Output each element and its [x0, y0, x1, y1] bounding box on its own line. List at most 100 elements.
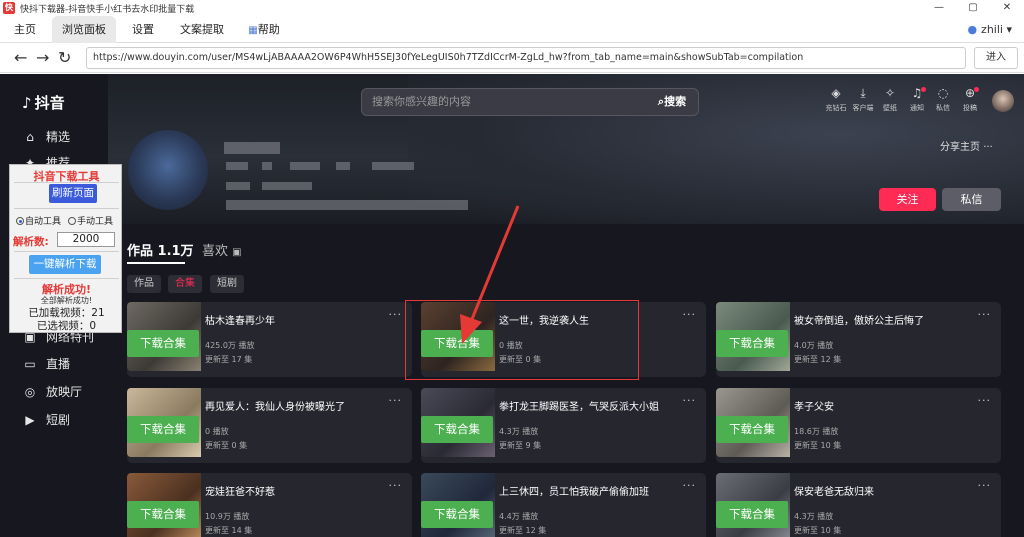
- go-button[interactable]: 进入: [974, 47, 1018, 69]
- app-tabbar: 主页 浏览面板 设置 文案提取 ▦帮助 ● zhili ▾: [0, 16, 1024, 43]
- compilation-card[interactable]: 再见爱人：我仙人身份被曝光了 0 播放 更新至 0 集 ··· 下载合集: [127, 388, 412, 463]
- search-box[interactable]: 搜索你感兴趣的内容 ⌕搜索: [361, 88, 699, 116]
- blurred-info: [336, 162, 350, 170]
- tab-works[interactable]: 作品 1.1万: [127, 240, 194, 259]
- nav-item-cinema[interactable]: ◎ 放映厅: [22, 383, 82, 400]
- download-compilation-button[interactable]: 下载合集: [716, 501, 788, 528]
- card-plays: 18.6万 播放: [794, 427, 839, 436]
- message-icon: ◌: [937, 86, 949, 100]
- notification-dot: [921, 87, 926, 92]
- refresh-page-button[interactable]: 刷新页面: [49, 184, 97, 203]
- logo-text: 抖音: [34, 94, 65, 112]
- drama-icon: ▶: [25, 412, 35, 427]
- card-updated: 更新至 0 集: [205, 441, 248, 450]
- top-icon-wallpaper[interactable]: ✧ 壁纸: [875, 86, 905, 113]
- blurred-info: [290, 162, 320, 170]
- douyin-page: ♪ 抖音 搜索你感兴趣的内容 ⌕搜索 ◈ 充钻石 ⤓ 客户端 ✧ 壁纸 ♫ 通知 ◌ 私信 …: [0, 74, 1024, 537]
- avatar[interactable]: [992, 90, 1014, 112]
- compilation-card[interactable]: 被女帝倒追，傲娇公主后悔了 4.0万 播放 更新至 12 集 ··· 下载合集: [716, 302, 1001, 377]
- tab-settings[interactable]: 设置: [122, 16, 164, 43]
- maximize-button[interactable]: ▢: [956, 0, 990, 16]
- divider: [14, 182, 119, 183]
- top-icon-client[interactable]: ⤓ 客户端: [848, 86, 878, 113]
- more-icon[interactable]: ···: [389, 479, 403, 492]
- card-updated: 更新至 12 集: [794, 355, 842, 364]
- card-title: 宠娃狂爸不好惹: [205, 487, 275, 498]
- compilation-card[interactable]: 宠娃狂爸不好惹 10.9万 播放 更新至 14 集 ··· 下载合集: [127, 473, 412, 537]
- download-compilation-button[interactable]: 下载合集: [716, 330, 788, 357]
- blurred-info: [226, 162, 248, 170]
- card-plays: 10.9万 播放: [205, 512, 250, 521]
- card-plays: 4.0万 播放: [794, 341, 834, 350]
- nav-item-featured[interactable]: ⌂ 精选: [22, 128, 70, 145]
- tab-home[interactable]: 主页: [6, 16, 44, 43]
- more-icon[interactable]: ···: [389, 394, 403, 407]
- douyin-logo[interactable]: ♪ 抖音: [22, 92, 65, 113]
- follow-button[interactable]: 关注: [879, 188, 936, 211]
- tab-help-label: 帮助: [257, 23, 280, 36]
- download-compilation-button[interactable]: 下载合集: [421, 501, 493, 528]
- more-icon[interactable]: ···: [683, 308, 697, 321]
- url-input[interactable]: https://www.douyin.com/user/MS4wLjABAAAA…: [86, 47, 966, 69]
- card-title: 孝子父安: [794, 402, 834, 413]
- share-profile-link[interactable]: 分享主页 ···: [940, 138, 993, 153]
- tab-copy-extract[interactable]: 文案提取: [174, 16, 230, 43]
- compilation-card[interactable]: 孝子父安 18.6万 播放 更新至 10 集 ··· 下载合集: [716, 388, 1001, 463]
- card-plays: 4.3万 播放: [499, 427, 539, 436]
- top-icon-message[interactable]: ◌ 私信: [928, 86, 958, 113]
- tab-browse-panel[interactable]: 浏览面板: [52, 16, 116, 43]
- more-icon[interactable]: ···: [389, 308, 403, 321]
- forward-arrow-icon[interactable]: →: [36, 48, 49, 68]
- download-compilation-button[interactable]: 下载合集: [127, 416, 199, 443]
- download-tool-panel: 抖音下载工具 刷新页面 自动工具 手动工具 解析数: 2000 一键解析下载 解…: [9, 164, 122, 333]
- user-name: zhili: [981, 23, 1003, 36]
- compilation-card[interactable]: 保安老爸无敌归来 4.3万 播放 更新至 10 集 ··· 下载合集: [716, 473, 1001, 537]
- compilation-card[interactable]: 上三休四，员工怕我破产偷偷加班 4.4万 播放 更新至 12 集 ··· 下载合…: [421, 473, 706, 537]
- minimize-button[interactable]: —: [922, 0, 956, 16]
- card-title: 枯木逢春再少年: [205, 316, 275, 327]
- download-compilation-button[interactable]: 下载合集: [127, 330, 199, 357]
- more-icon[interactable]: ···: [978, 308, 992, 321]
- nav-item-live[interactable]: ▭ 直播: [22, 355, 70, 372]
- help-book-icon: ▦: [248, 25, 258, 36]
- chip-short-drama[interactable]: 短剧: [210, 275, 244, 293]
- chip-compilation[interactable]: 合集: [168, 275, 202, 293]
- back-arrow-icon[interactable]: ←: [14, 48, 27, 68]
- download-compilation-button[interactable]: 下载合集: [421, 416, 493, 443]
- top-icon-diamond[interactable]: ◈ 充钻石: [821, 86, 851, 113]
- message-button[interactable]: 私信: [942, 188, 1001, 211]
- card-title: 保安老爸无敌归来: [794, 487, 874, 498]
- address-bar: ← → ↻ https://www.douyin.com/user/MS4wLj…: [0, 43, 1024, 73]
- annotation-arrow: [460, 205, 520, 344]
- more-icon[interactable]: ···: [978, 479, 992, 492]
- divider: [14, 278, 119, 279]
- search-input[interactable]: 搜索你感兴趣的内容: [372, 89, 471, 115]
- tab-likes[interactable]: 喜欢 ▣: [202, 240, 242, 259]
- tab-help[interactable]: ▦帮助: [238, 16, 290, 43]
- more-icon[interactable]: ···: [683, 479, 697, 492]
- card-plays: 0 播放: [205, 427, 229, 436]
- download-compilation-button[interactable]: 下载合集: [127, 501, 199, 528]
- search-button[interactable]: ⌕搜索: [646, 89, 698, 115]
- more-icon[interactable]: ···: [978, 394, 992, 407]
- download-compilation-button[interactable]: 下载合集: [716, 416, 788, 443]
- blurred-bio: [226, 200, 468, 210]
- reload-icon[interactable]: ↻: [58, 48, 71, 68]
- card-title: 被女帝倒追，傲娇公主后悔了: [794, 316, 924, 327]
- lock-icon: ▣: [232, 247, 242, 258]
- nav-item-short-drama[interactable]: ▶ 短剧: [22, 411, 70, 428]
- top-icon-upload[interactable]: ⊕ 投稿: [955, 86, 985, 113]
- parse-count-input[interactable]: 2000: [57, 232, 115, 247]
- parse-download-button[interactable]: 一键解析下载: [29, 255, 101, 274]
- compilation-card[interactable]: 拳打龙王脚踢医圣，气哭反派大小姐 4.3万 播放 更新至 9 集 ··· 下载合…: [421, 388, 706, 463]
- auto-tool-radio[interactable]: 自动工具: [16, 214, 61, 227]
- chip-works[interactable]: 作品: [127, 275, 161, 293]
- search-button-label: 搜索: [664, 95, 687, 108]
- radio-unchecked-icon: [68, 217, 76, 225]
- manual-tool-radio[interactable]: 手动工具: [68, 214, 113, 227]
- user-menu[interactable]: ● zhili ▾: [967, 16, 1012, 43]
- compilation-card[interactable]: 枯木逢春再少年 425.0万 播放 更新至 17 集 ··· 下载合集: [127, 302, 412, 377]
- more-icon[interactable]: ···: [683, 394, 697, 407]
- window-titlebar: 快 快抖下载器-抖音快手小红书去水印批量下载 — ▢ ✕: [0, 0, 1024, 16]
- close-button[interactable]: ✕: [990, 0, 1024, 16]
